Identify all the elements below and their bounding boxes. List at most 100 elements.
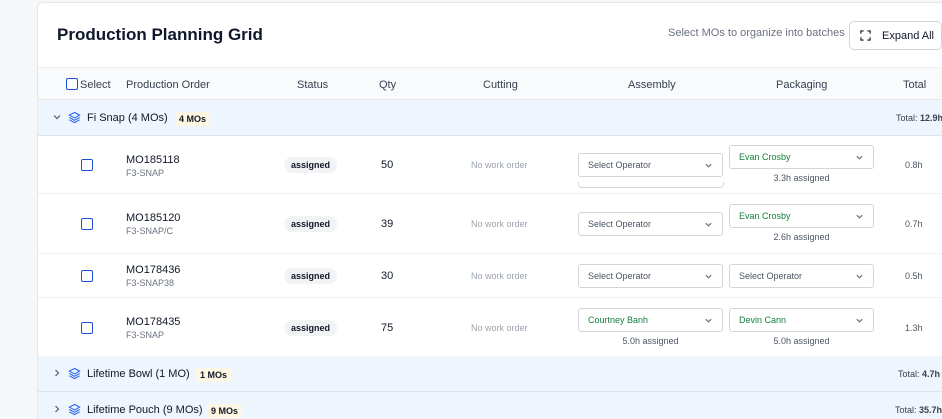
mo-count-badge: 1 MOs (196, 368, 232, 382)
layers-icon (68, 403, 81, 416)
mo-sku: F3-SNAP/C (126, 226, 174, 236)
chevron-right-icon[interactable] (52, 368, 62, 378)
qty-value: 75 (381, 322, 394, 334)
group-total: Total: 12.9h (896, 113, 942, 123)
select-all-checkbox[interactable] (66, 78, 78, 90)
row-select-checkbox[interactable] (81, 270, 93, 282)
assembly-operator-select[interactable]: Select Operator (578, 212, 723, 236)
chevron-down-icon (856, 318, 863, 323)
layers-icon (68, 111, 81, 124)
production-planning-card: Production Planning Grid Select MOs to o… (37, 2, 942, 419)
expand-all-button[interactable]: Expand All (849, 21, 942, 50)
header-packaging: Packaging (776, 79, 828, 91)
chevron-down-icon (705, 222, 712, 227)
group-total-value: 4.7h (922, 369, 941, 379)
assembly-operator-select[interactable]: Select Operator (578, 264, 723, 288)
packaging-operator-select[interactable]: Select Operator (729, 264, 874, 288)
group-name: Lifetime Pouch (9 MOs) (87, 404, 203, 416)
qty-value: 50 (381, 159, 394, 171)
header-qty: Qty (379, 79, 397, 91)
selection-hint: Select MOs to organize into batches (668, 27, 845, 39)
page-title: Production Planning Grid (57, 25, 263, 44)
mo-sku: F3-SNAP (126, 330, 165, 340)
row-select-checkbox[interactable] (81, 322, 93, 334)
cutting-no-work-order: No work order (471, 271, 528, 281)
group-total-label: Total: (896, 113, 918, 123)
packaging-operator-value: Devin Cann (739, 315, 787, 325)
status-badge: assigned (284, 216, 338, 232)
mo-sku: F3-SNAP38 (126, 278, 175, 288)
packaging-assigned-hours: 2.6h assigned (773, 232, 830, 242)
packaging-operator-value: Select Operator (739, 271, 803, 281)
layers-icon (68, 367, 81, 380)
status-badge: assigned (284, 320, 338, 336)
group-row-lifetime-pouch[interactable]: Lifetime Pouch (9 MOs) 9 MOs Total: 35.7… (38, 392, 942, 419)
group-total: Total: 4.7h (898, 369, 940, 379)
mo-number[interactable]: MO185120 (126, 212, 180, 224)
row-select-checkbox[interactable] (81, 159, 93, 171)
assembly-operator-select[interactable]: Courtney Banh (578, 308, 723, 332)
group-total: Total: 35.7h (895, 405, 942, 415)
chevron-down-icon (856, 214, 863, 219)
row-total: 0.7h (905, 219, 923, 229)
assembly-operator-dropdown-menu[interactable] (578, 182, 724, 188)
row-total: 0.5h (905, 271, 923, 281)
header-status: Status (297, 79, 329, 91)
header-cutting: Cutting (483, 79, 518, 91)
row-total: 1.3h (905, 323, 923, 333)
chevron-down-icon (705, 318, 712, 323)
group-name: Fi Snap (4 MOs) (87, 112, 168, 124)
table-row: MO185118 F3-SNAP assigned 50 No work ord… (38, 136, 942, 194)
expand-all-label: Expand All (882, 29, 934, 42)
table-row: MO185120 F3-SNAP/C assigned 39 No work o… (38, 194, 942, 254)
packaging-operator-select[interactable]: Evan Crosby (729, 145, 874, 169)
mo-count-badge: 9 MOs (207, 404, 243, 418)
mo-number[interactable]: MO178435 (126, 316, 180, 328)
qty-value: 30 (381, 270, 394, 282)
assembly-operator-value: Select Operator (588, 160, 652, 170)
assembly-operator-value: Select Operator (588, 219, 652, 229)
table-header: Select Production Order Status Qty Cutti… (38, 67, 942, 100)
group-row-lifetime-bowl[interactable]: Lifetime Bowl (1 MO) 1 MOs Total: 4.7h (38, 356, 942, 392)
group-name: Lifetime Bowl (1 MO) (87, 368, 190, 380)
group-total-value: 35.7h (919, 405, 942, 415)
mo-number[interactable]: MO185118 (126, 154, 180, 166)
packaging-operator-value: Evan Crosby (739, 152, 791, 162)
status-badge: assigned (284, 268, 338, 284)
chevron-down-icon (705, 274, 712, 279)
mo-sku: F3-SNAP (126, 168, 165, 178)
chevron-right-icon[interactable] (52, 404, 62, 414)
status-badge: assigned (284, 157, 338, 173)
assembly-operator-value: Courtney Banh (588, 315, 649, 325)
mo-number[interactable]: MO178436 (126, 264, 180, 276)
header-select: Select (80, 79, 111, 91)
cutting-no-work-order: No work order (471, 219, 528, 229)
qty-value: 39 (381, 218, 394, 230)
assembly-operator-select[interactable]: Select Operator (578, 153, 723, 177)
group-total-label: Total: (895, 405, 917, 415)
table-row: MO178435 F3-SNAP assigned 75 No work ord… (38, 298, 942, 358)
cutting-no-work-order: No work order (471, 160, 528, 170)
group-row-fi-snap[interactable]: Fi Snap (4 MOs) 4 MOs Total: 12.9h (38, 100, 942, 136)
chevron-down-icon (856, 155, 863, 160)
packaging-assigned-hours: 5.0h assigned (773, 336, 830, 346)
table-row: MO178436 F3-SNAP38 assigned 30 No work o… (38, 254, 942, 298)
packaging-operator-select[interactable]: Evan Crosby (729, 204, 874, 228)
group-total-value: 12.9h (920, 113, 942, 123)
assembly-assigned-hours: 5.0h assigned (622, 336, 679, 346)
mo-count-badge: 4 MOs (175, 112, 211, 126)
expand-icon (860, 30, 871, 41)
chevron-down-icon (856, 274, 863, 279)
group-total-label: Total: (898, 369, 920, 379)
header-production-order: Production Order (126, 79, 210, 91)
packaging-assigned-hours: 3.3h assigned (773, 173, 830, 183)
cutting-no-work-order: No work order (471, 323, 528, 333)
row-total: 0.8h (905, 160, 923, 170)
row-select-checkbox[interactable] (81, 218, 93, 230)
header-assembly: Assembly (628, 79, 676, 91)
chevron-down-icon (705, 163, 712, 168)
assembly-operator-value: Select Operator (588, 271, 652, 281)
chevron-down-icon[interactable] (52, 112, 62, 122)
packaging-operator-value: Evan Crosby (739, 211, 791, 221)
packaging-operator-select[interactable]: Devin Cann (729, 308, 874, 332)
